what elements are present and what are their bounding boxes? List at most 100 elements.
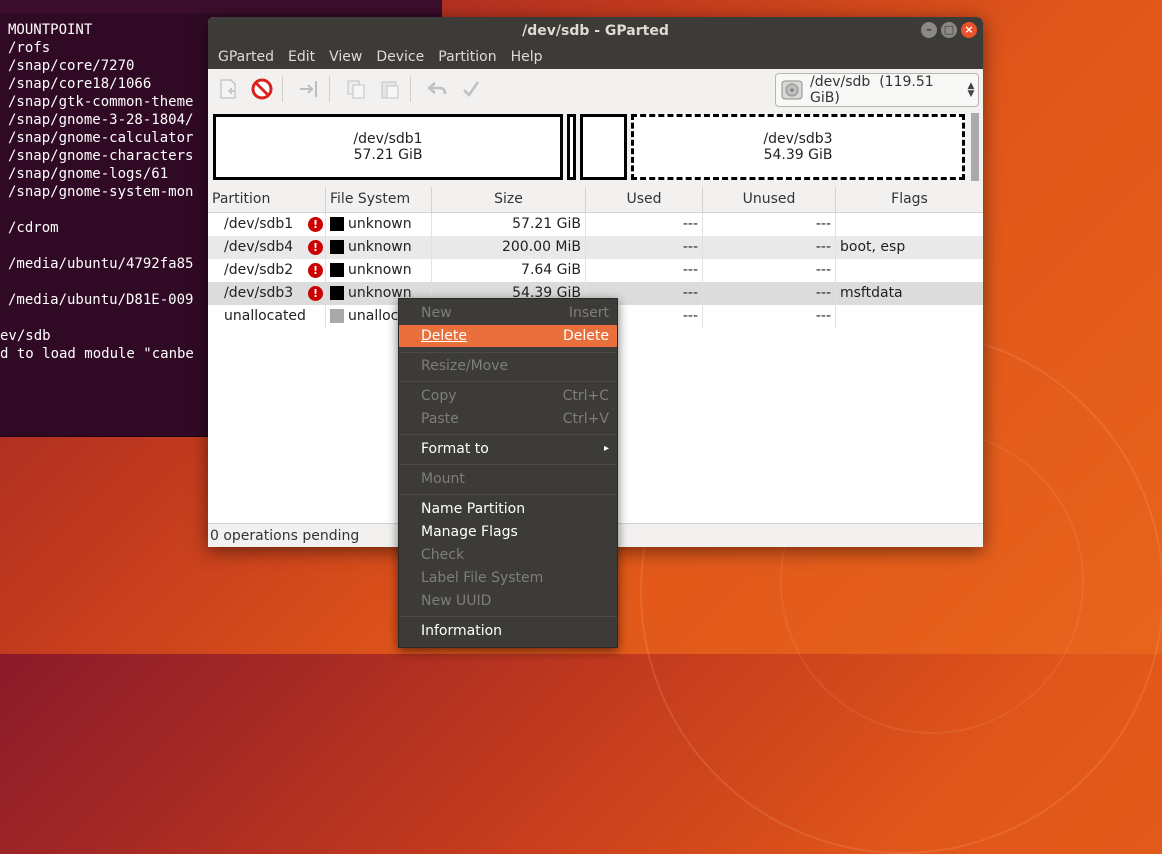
menu-separator [399, 464, 617, 465]
table-row[interactable]: /dev/sdb4 ! unknown 200.00 MiB --- --- b… [208, 236, 983, 259]
column-header-flags[interactable]: Flags [836, 187, 983, 212]
filesystem-color-swatch [330, 286, 344, 300]
partition-map-sdb2[interactable] [580, 114, 627, 180]
menu-item-name-partition[interactable]: Name Partition [399, 498, 617, 520]
menu-item-new-uuid[interactable]: New UUID [399, 590, 617, 612]
menu-device[interactable]: Device [370, 49, 430, 65]
partition-map-sdb1[interactable]: /dev/sdb1 57.21 GiB [213, 114, 563, 180]
toolbar-separator [329, 76, 330, 102]
resize-move-button[interactable] [295, 75, 323, 103]
partition-name: /dev/sdb3 [224, 285, 294, 301]
undo-button[interactable] [423, 75, 451, 103]
partition-map-scrollbar[interactable] [971, 113, 979, 181]
column-header-unused[interactable]: Unused [703, 187, 836, 212]
menu-item-format-to[interactable]: Format to ▸ [399, 438, 617, 460]
menu-item-manage-flags[interactable]: Manage Flags [399, 521, 617, 543]
submenu-arrow-icon: ▸ [603, 443, 609, 454]
menu-gparted[interactable]: GParted [212, 49, 280, 65]
partition-size: 57.21 GiB [432, 213, 586, 236]
terminal-line: /snap/gnome-logs/61 [8, 166, 169, 182]
partition-map-sdb4[interactable] [567, 114, 576, 180]
close-button[interactable]: × [961, 22, 977, 38]
terminal-line: /snap/gnome-calculator [8, 130, 194, 146]
terminal-line: /snap/gnome-characters [8, 148, 194, 164]
partition-used: --- [586, 236, 703, 259]
toolbar-separator [410, 76, 411, 102]
device-name: /dev/sdb [810, 74, 871, 90]
menu-item-check[interactable]: Check [399, 544, 617, 566]
menu-item-information[interactable]: Information [399, 620, 617, 642]
column-header-partition[interactable]: Partition [208, 187, 326, 212]
copy-button[interactable] [342, 75, 370, 103]
minimize-button[interactable]: – [921, 22, 937, 38]
menu-item-new[interactable]: New Insert [399, 302, 617, 324]
partition-size: 200.00 MiB [432, 236, 586, 259]
menu-separator [399, 494, 617, 495]
menu-item-paste[interactable]: Paste Ctrl+V [399, 408, 617, 430]
partition-used: --- [586, 213, 703, 236]
device-label: /dev/sdb (119.51 GiB) [810, 74, 964, 106]
new-document-icon [220, 79, 236, 99]
column-header-used[interactable]: Used [586, 187, 703, 212]
terminal-line: /snap/core18/1066 [8, 76, 152, 92]
terminal-line: MOUNTPOINT [8, 22, 93, 38]
partition-unused: --- [703, 236, 836, 259]
window-title: /dev/sdb - GParted [522, 23, 669, 39]
filesystem-color-swatch [330, 217, 344, 231]
delete-partition-button[interactable] [248, 75, 276, 103]
copy-icon [347, 80, 365, 99]
terminal-titlebar [0, 0, 442, 15]
menu-item-mount[interactable]: Mount [399, 468, 617, 490]
menu-item-label-file-system[interactable]: Label File System [399, 567, 617, 589]
partition-unused: --- [703, 282, 836, 305]
terminal-line: /snap/core/7270 [8, 58, 135, 74]
paste-button[interactable] [376, 75, 404, 103]
partition-size: 7.64 GiB [432, 259, 586, 282]
terminal-line: /snap/gnome-3-28-1804/ [8, 112, 194, 128]
checkmark-icon [463, 81, 480, 97]
paste-icon [381, 81, 399, 99]
toolbar: /dev/sdb (119.51 GiB) ▲ ▼ [208, 69, 983, 110]
terminal-line: /snap/gtk-common-theme [8, 94, 194, 110]
partition-unused: --- [703, 305, 836, 328]
menu-edit[interactable]: Edit [282, 49, 321, 65]
menu-help[interactable]: Help [505, 49, 549, 65]
partition-map-name: /dev/sdb1 [353, 131, 423, 147]
table-row[interactable]: /dev/sdb1 ! unknown 57.21 GiB --- --- [208, 213, 983, 236]
partition-unused: --- [703, 259, 836, 282]
undo-icon [427, 82, 447, 95]
menubar: GParted Edit View Device Partition Help [208, 45, 983, 69]
partition-flags: boot, esp [840, 239, 906, 255]
warning-icon: ! [308, 286, 323, 301]
filesystem-color-swatch [330, 263, 344, 277]
partition-map: /dev/sdb1 57.21 GiB /dev/sdb3 54.39 GiB [208, 109, 983, 183]
terminal-line: ev/sdb [0, 328, 51, 344]
column-header-size[interactable]: Size [432, 187, 586, 212]
window-titlebar[interactable]: /dev/sdb - GParted – □ × [208, 17, 983, 45]
menu-item-copy[interactable]: Copy Ctrl+C [399, 385, 617, 407]
filesystem-type: unalloc [348, 308, 399, 324]
device-selector[interactable]: /dev/sdb (119.51 GiB) ▲ ▼ [775, 73, 979, 107]
terminal-line: /rofs [8, 40, 51, 56]
maximize-button[interactable]: □ [941, 22, 957, 38]
terminal-line: d to load module "canbe [0, 346, 194, 362]
column-header-filesystem[interactable]: File System [326, 187, 432, 212]
partition-map-size: 54.39 GiB [763, 147, 833, 163]
menu-separator [399, 616, 617, 617]
filesystem-type: unknown [348, 239, 412, 255]
new-partition-button[interactable] [214, 75, 242, 103]
partition-flags [836, 259, 983, 282]
table-row[interactable]: /dev/sdb2 ! unknown 7.64 GiB --- --- [208, 259, 983, 282]
menu-separator [399, 434, 617, 435]
terminal-line: /cdrom [8, 220, 59, 236]
terminal-line: /media/ubuntu/D81E-009 [8, 292, 194, 308]
menu-partition[interactable]: Partition [432, 49, 502, 65]
menu-item-delete[interactable]: Delete Delete [399, 325, 617, 347]
menu-item-resize-move[interactable]: Resize/Move [399, 355, 617, 377]
filesystem-type: unknown [348, 216, 412, 232]
partition-name: unallocated [224, 308, 306, 324]
partition-map-sdb3[interactable]: /dev/sdb3 54.39 GiB [631, 114, 965, 180]
menu-view[interactable]: View [323, 49, 368, 65]
apply-button[interactable] [457, 75, 485, 103]
partition-map-size: 57.21 GiB [353, 147, 423, 163]
